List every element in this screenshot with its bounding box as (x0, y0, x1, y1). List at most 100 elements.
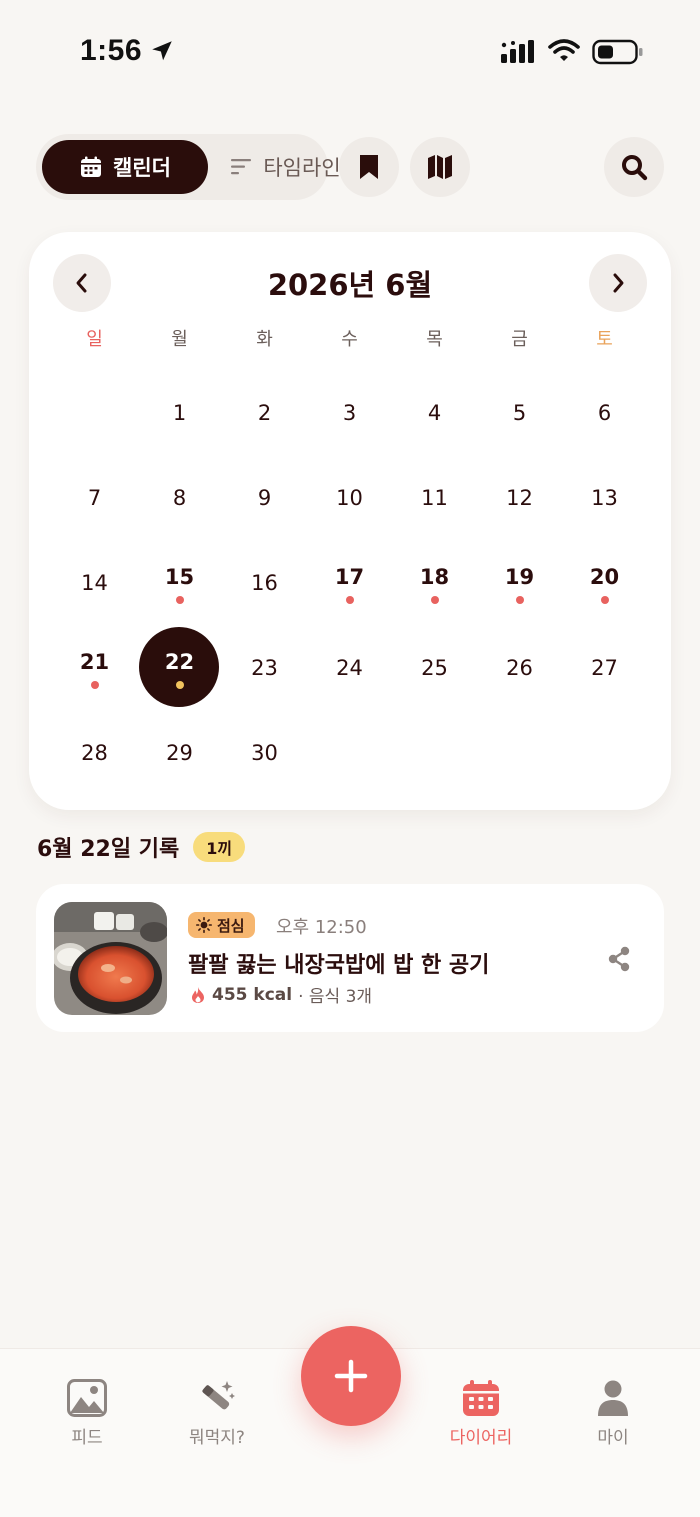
plus-icon (334, 1359, 368, 1393)
calendar-day[interactable]: 9 (222, 455, 307, 540)
record-indicator-dot (515, 596, 524, 604)
calendar-day[interactable]: 11 (392, 455, 477, 540)
status-bar: 1:56 (0, 0, 700, 100)
nav-item-diary[interactable]: 다이어리 (421, 1379, 541, 1459)
calendar-day[interactable]: 25 (392, 625, 477, 710)
weekday-label: 금 (511, 329, 528, 350)
meal-title: 팔팔 끓는 내장국밥에 밥 한 공기 (188, 953, 490, 978)
calendar-day[interactable]: 23 (222, 625, 307, 710)
calendar-card: 2026년 6월 일 월 화 수 목 금 토 1 2 3 4 5 6 7 8 9 10 11 12 13… (29, 232, 671, 810)
nav-label: 피드 (71, 1428, 103, 1448)
calendar-day[interactable]: 22 (137, 625, 222, 710)
meal-meta: 455 kcal · 음식 3개 (190, 982, 372, 1007)
calendar-day-number: 8 (172, 485, 187, 510)
weekday-label: 수 (341, 329, 358, 350)
calendar-day-number: 18 (419, 564, 450, 589)
calendar-icon (463, 1380, 499, 1416)
wifi-icon (548, 39, 580, 61)
calendar-day[interactable]: 1 (137, 370, 222, 455)
calendar-day[interactable]: 8 (137, 455, 222, 540)
calendar-day-number: 30 (251, 740, 278, 765)
calendar-day-empty (52, 370, 137, 455)
search-icon (622, 155, 648, 181)
nav-item-my[interactable]: 마이 (553, 1379, 673, 1459)
status-time: 1:56 (80, 34, 143, 67)
calendar-day-number: 29 (166, 740, 193, 765)
calendar-day[interactable]: 20 (562, 540, 647, 625)
calendar-day-number: 10 (336, 485, 363, 510)
calendar-day[interactable]: 30 (222, 710, 307, 795)
calendar-day-number: 12 (506, 485, 533, 510)
record-indicator-dot (90, 681, 99, 689)
person-icon (598, 1380, 628, 1416)
calendar-day[interactable]: 17 (307, 540, 392, 625)
calendar-day-number: 23 (251, 655, 278, 680)
calendar-day[interactable]: 12 (477, 455, 562, 540)
calendar-day[interactable]: 2 (222, 370, 307, 455)
meal-record-card[interactable]: 점심 오후 12:50 팔팔 끓는 내장국밥에 밥 한 공기 455 kcal … (36, 884, 664, 1032)
view-toggle: 캘린더 타임라인 (36, 134, 341, 200)
calendar-day[interactable]: 19 (477, 540, 562, 625)
calendar-day[interactable]: 24 (307, 625, 392, 710)
calendar-day-number: 7 (87, 485, 102, 510)
record-indicator-dot (345, 596, 354, 604)
record-indicator-dot (175, 596, 184, 604)
weekday-label: 토 (596, 329, 613, 350)
weekday-label: 목 (426, 329, 443, 350)
calendar-day[interactable]: 29 (137, 710, 222, 795)
search-button[interactable] (604, 137, 664, 197)
calendar-day[interactable]: 16 (222, 540, 307, 625)
timeline-view-label: 타임라인 (263, 156, 341, 180)
calendar-day-empty (392, 710, 477, 795)
calendar-day[interactable]: 14 (52, 540, 137, 625)
calendar-day-number: 14 (81, 570, 108, 595)
record-indicator-dot (600, 596, 609, 604)
meal-photo (54, 902, 167, 1015)
nav-item-recommend[interactable]: 뭐먹지? (157, 1379, 277, 1459)
calendar-view-button[interactable]: 캘린더 (42, 140, 208, 194)
calendar-day-number: 28 (81, 740, 108, 765)
battery-icon (592, 39, 643, 65)
calendar-day[interactable]: 10 (307, 455, 392, 540)
calendar-day[interactable]: 13 (562, 455, 647, 540)
meal-type-label: 점심 (217, 916, 245, 935)
add-meal-button[interactable] (301, 1326, 401, 1426)
flame-icon (192, 986, 204, 1003)
meal-food-count: · 음식 3개 (298, 987, 373, 1007)
calendar-day[interactable]: 15 (137, 540, 222, 625)
calendar-day-number: 11 (421, 485, 448, 510)
meal-count-badge: 1끼 (193, 832, 246, 862)
weekday-label: 월 (171, 329, 188, 350)
calendar-day[interactable]: 28 (52, 710, 137, 795)
bookmark-button[interactable] (339, 137, 399, 197)
calendar-day-number: 1 (172, 400, 187, 425)
calendar-day-number: 3 (342, 400, 357, 425)
calendar-day[interactable]: 4 (392, 370, 477, 455)
calendar-day[interactable]: 18 (392, 540, 477, 625)
calendar-day[interactable]: 7 (52, 455, 137, 540)
map-button[interactable] (410, 137, 470, 197)
record-indicator-dot (430, 596, 439, 604)
weekday-label: 화 (256, 329, 273, 350)
meal-time: 오후 12:50 (276, 917, 367, 938)
calendar-day-number: 21 (79, 649, 110, 674)
calendar-days: 1 2 3 4 5 6 7 8 9 10 11 12 13 14 15 16 17 18 19 20 21 22 23 24 2… (52, 370, 647, 795)
nav-label: 다이어리 (449, 1428, 513, 1448)
calendar-day[interactable]: 6 (562, 370, 647, 455)
timeline-view-button[interactable]: 타임라인 (216, 140, 356, 194)
nav-item-feed[interactable]: 피드 (27, 1379, 147, 1459)
next-month-button[interactable] (589, 254, 647, 312)
record-indicator-dot (175, 681, 184, 689)
calendar-day[interactable]: 3 (307, 370, 392, 455)
calendar-day[interactable]: 5 (477, 370, 562, 455)
calendar-icon (81, 156, 102, 177)
calendar-day[interactable]: 21 (52, 625, 137, 710)
share-icon[interactable] (604, 944, 634, 974)
calendar-day[interactable]: 26 (477, 625, 562, 710)
calendar-day[interactable]: 27 (562, 625, 647, 710)
calendar-day-number: 25 (421, 655, 448, 680)
calendar-day-empty (307, 710, 392, 795)
calendar-day-number: 15 (164, 564, 195, 589)
calendar-day-number: 26 (506, 655, 533, 680)
calendar-day-number: 16 (251, 570, 278, 595)
